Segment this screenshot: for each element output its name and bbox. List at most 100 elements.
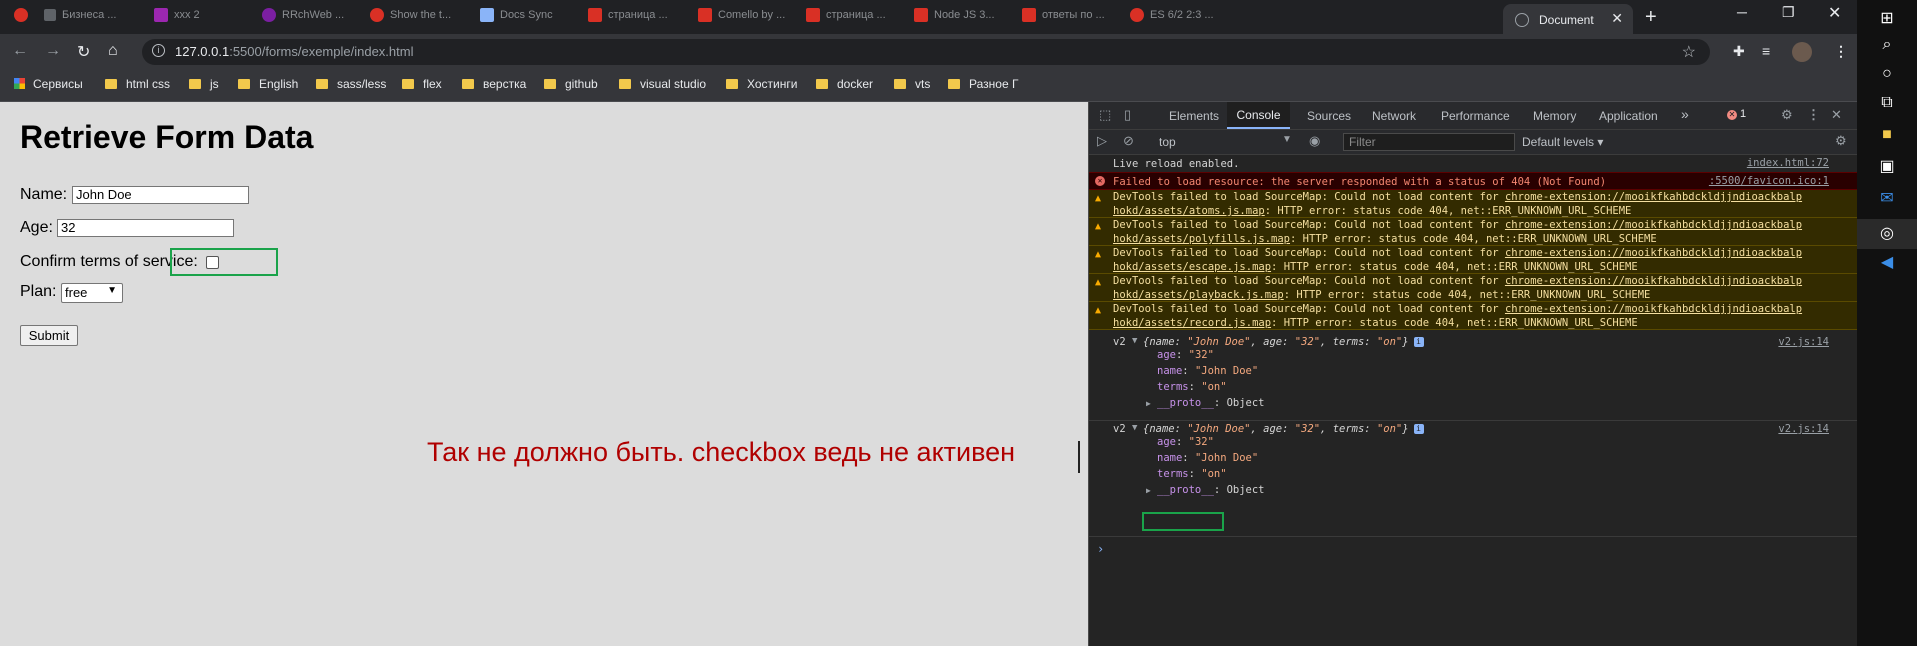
object-property[interactable]: __proto__: Object	[1157, 397, 1265, 409]
reload-icon[interactable]: ↻	[77, 42, 90, 62]
message-source-link[interactable]: v2.js:14	[1778, 423, 1829, 435]
address-bar[interactable]: i 127.0.0.1:5500/forms/exemple/index.htm…	[142, 39, 1710, 65]
settings-gear-icon[interactable]: ⚙	[1781, 107, 1793, 123]
bookmark-services[interactable]: Сервисы	[14, 77, 83, 91]
tab-console[interactable]: Console	[1227, 102, 1290, 129]
bookmark-folder[interactable]: Хостинги	[726, 77, 797, 91]
sourcemap-link[interactable]: hokd/assets/atoms.js.map	[1113, 205, 1265, 217]
error-count-badge[interactable]: ✕ 1	[1727, 108, 1746, 120]
sourcemap-link[interactable]: hokd/assets/playback.js.map	[1113, 289, 1284, 301]
browser-tab[interactable]: RRchWeb ...	[262, 8, 362, 28]
browser-tab[interactable]: ответы по ...	[1022, 8, 1122, 28]
browser-tab[interactable]: ххх 2	[154, 8, 249, 28]
more-tabs-icon[interactable]: »	[1681, 106, 1689, 122]
maximize-button[interactable]: ❐	[1782, 4, 1795, 21]
object-summary[interactable]: {name: "John Doe", age: "32", terms: "on…	[1143, 423, 1424, 435]
sourcemap-link[interactable]: hokd/assets/polyfills.js.map	[1113, 233, 1290, 245]
bookmark-folder[interactable]: github	[544, 77, 598, 91]
sourcemap-link[interactable]: chrome-extension://mooikfkahbdckldjjndio…	[1505, 191, 1802, 203]
message-source-link[interactable]: v2.js:14	[1778, 336, 1829, 348]
task-view-icon[interactable]: ⧉	[1876, 92, 1898, 114]
search-icon[interactable]: ⌕	[1876, 34, 1898, 56]
browser-tab[interactable]: Бизнеса ...	[14, 8, 134, 28]
tab-close-icon[interactable]: ✕	[1611, 10, 1623, 27]
file-explorer-icon[interactable]: ■	[1876, 124, 1898, 146]
bookmark-folder[interactable]: English	[238, 77, 298, 91]
mail-icon[interactable]: ✉	[1876, 188, 1898, 210]
bookmark-folder[interactable]: flex	[402, 77, 442, 91]
console-prompt[interactable]: ›	[1097, 542, 1104, 556]
collapsed-triangle-icon[interactable]: ▶	[1146, 486, 1151, 495]
bookmark-folder[interactable]: vts	[894, 77, 930, 91]
active-tab[interactable]: Document ✕	[1503, 4, 1633, 34]
bookmark-folder[interactable]: html css	[105, 77, 170, 91]
extensions-puzzle-icon[interactable]: ✚	[1733, 43, 1745, 60]
minimize-button[interactable]: ─	[1737, 4, 1747, 20]
tab-network[interactable]: Network	[1372, 109, 1416, 123]
tab-application[interactable]: Application	[1599, 109, 1658, 123]
browser-tab[interactable]: страница ...	[588, 8, 688, 28]
sourcemap-link[interactable]: chrome-extension://mooikfkahbdckldjjndio…	[1505, 219, 1802, 231]
tab-memory[interactable]: Memory	[1533, 109, 1576, 123]
clear-console-icon[interactable]: ⊘	[1123, 133, 1134, 149]
bookmark-star-icon[interactable]: ☆	[1682, 42, 1696, 62]
store-icon[interactable]: ▣	[1876, 156, 1898, 178]
forward-arrow-icon[interactable]: →	[45, 42, 61, 60]
info-icon[interactable]: i	[1413, 424, 1424, 434]
info-icon[interactable]: i	[1413, 337, 1424, 347]
browser-tab[interactable]: Docs Sync	[480, 8, 580, 28]
home-icon[interactable]: ⌂	[108, 42, 118, 60]
devtools-menu-icon[interactable]: ⋮	[1807, 107, 1820, 123]
expand-triangle-icon[interactable]: ▼	[1132, 336, 1137, 346]
sourcemap-link[interactable]: chrome-extension://mooikfkahbdckldjjndio…	[1505, 247, 1802, 259]
browser-tab[interactable]: Node JS 3...	[914, 8, 1014, 28]
message-source-link[interactable]: index.html:72	[1747, 157, 1829, 169]
cortana-icon[interactable]: ○	[1876, 63, 1898, 85]
chrome-taskbar-icon[interactable]: ◎	[1857, 219, 1917, 249]
console-settings-gear-icon[interactable]: ⚙	[1835, 133, 1847, 149]
bookmark-folder[interactable]: docker	[816, 77, 873, 91]
tab-elements[interactable]: Elements	[1169, 109, 1219, 123]
collapsed-triangle-icon[interactable]: ▶	[1146, 399, 1151, 408]
eye-icon[interactable]: ◉	[1309, 133, 1320, 149]
browser-tab[interactable]: Comello by ...	[698, 8, 798, 28]
inspect-element-icon[interactable]: ⬚	[1099, 107, 1111, 123]
filter-input[interactable]: Filter	[1343, 133, 1515, 151]
name-input[interactable]: John Doe	[72, 186, 249, 204]
object-summary[interactable]: {name: "John Doe", age: "32", terms: "on…	[1143, 336, 1424, 348]
browser-tab[interactable]: ES 6/2 2:3 ...	[1130, 8, 1230, 28]
window-close-button[interactable]: ✕	[1828, 3, 1841, 23]
info-icon[interactable]: i	[152, 44, 165, 57]
sourcemap-link[interactable]: hokd/assets/escape.js.map	[1113, 261, 1271, 273]
sourcemap-link[interactable]: hokd/assets/record.js.map	[1113, 317, 1271, 329]
media-queue-icon[interactable]: ≡	[1762, 43, 1770, 59]
expand-triangle-icon[interactable]: ▼	[1132, 423, 1137, 433]
object-property[interactable]: __proto__: Object	[1157, 484, 1265, 496]
browser-tab[interactable]: Show the t...	[370, 8, 470, 28]
vscode-icon[interactable]: ◀	[1876, 252, 1898, 274]
bookmark-folder[interactable]: sass/less	[316, 77, 386, 91]
chrome-menu-icon[interactable]: ⋮	[1834, 43, 1848, 60]
close-devtools-icon[interactable]: ✕	[1831, 107, 1842, 123]
device-toolbar-icon[interactable]: ▯	[1124, 107, 1131, 123]
submit-button[interactable]: Submit	[20, 325, 78, 346]
sourcemap-link[interactable]: chrome-extension://mooikfkahbdckldjjndio…	[1505, 275, 1802, 287]
message-source-link[interactable]: :5500/favicon.ico:1	[1709, 175, 1829, 187]
context-selector[interactable]: top	[1159, 135, 1176, 149]
bookmark-folder[interactable]: верстка	[462, 77, 526, 91]
url-text[interactable]: 127.0.0.1:5500/forms/exemple/index.html	[175, 44, 413, 59]
bookmark-folder[interactable]: js	[189, 77, 219, 91]
age-input[interactable]: 32	[57, 219, 234, 237]
back-arrow-icon[interactable]: ←	[12, 42, 28, 60]
bookmark-folder[interactable]: visual studio	[619, 77, 706, 91]
log-levels-dropdown[interactable]: Default levels ▾	[1522, 135, 1603, 149]
tab-performance[interactable]: Performance	[1441, 109, 1510, 123]
windows-start-icon[interactable]: ⊞	[1876, 8, 1898, 30]
plan-select[interactable]: free ▼	[61, 283, 123, 303]
bookmark-folder[interactable]: Разное Г	[948, 77, 1018, 91]
profile-avatar[interactable]	[1792, 42, 1812, 62]
tab-sources[interactable]: Sources	[1307, 109, 1351, 123]
new-tab-button[interactable]: +	[1645, 6, 1657, 29]
sidebar-toggle-icon[interactable]: ▷	[1097, 133, 1107, 149]
sourcemap-link[interactable]: chrome-extension://mooikfkahbdckldjjndio…	[1505, 303, 1802, 315]
